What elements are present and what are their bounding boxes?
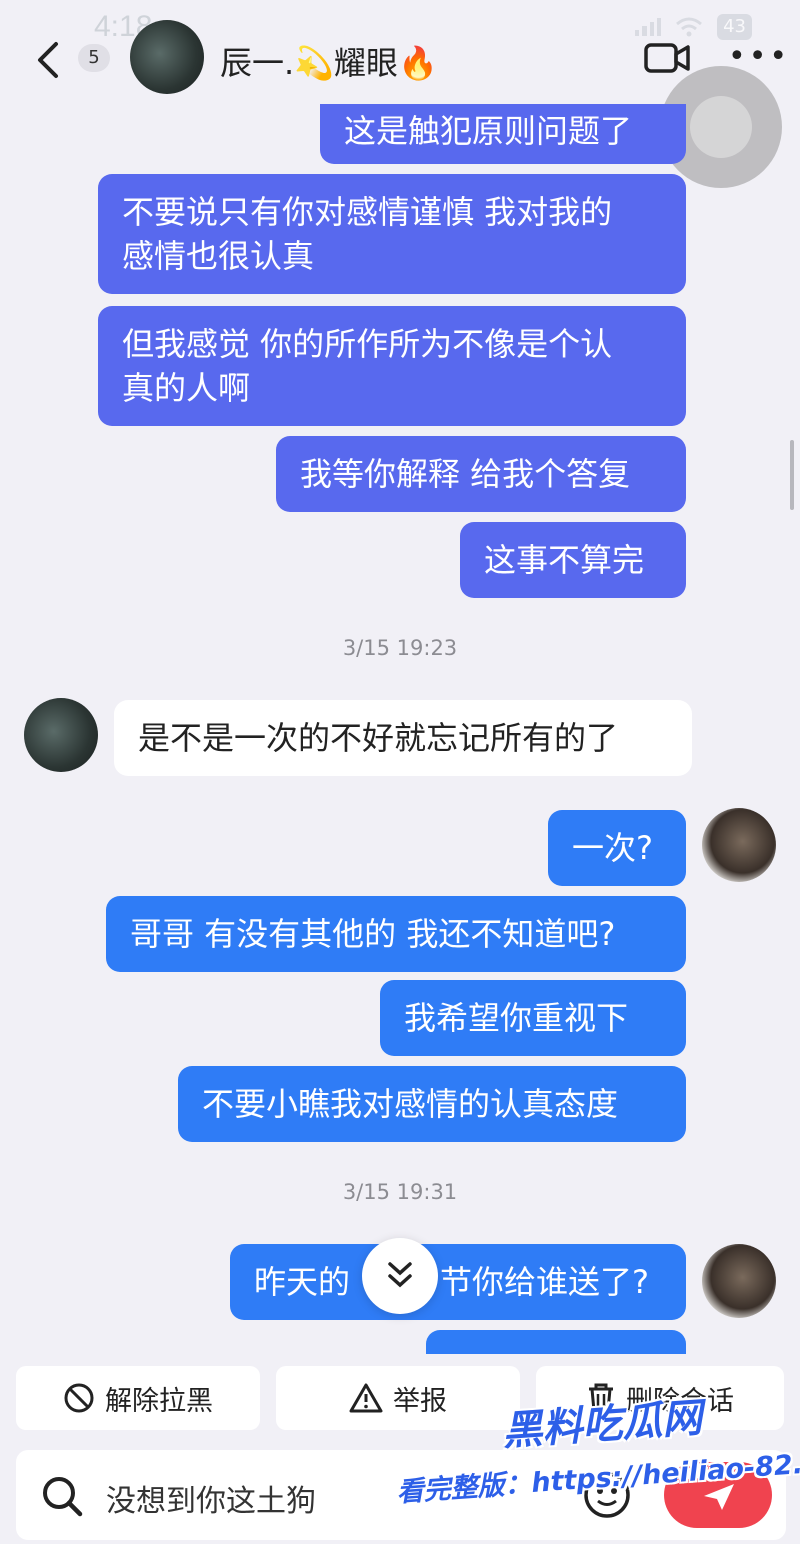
contact-name[interactable]: 辰一.💫耀眼🔥 xyxy=(220,38,438,84)
signal-icon xyxy=(635,18,662,36)
message-bubble-mine[interactable]: 我等你解释 给我个答复 xyxy=(276,436,686,512)
message-bubble-mine[interactable]: 我希望你重视下 xyxy=(380,980,686,1056)
message-text: 但我感觉 你的所作所为不像是个认 xyxy=(122,325,613,363)
warning-icon xyxy=(349,1383,383,1413)
message-text: 不要说只有你对感情谨慎 我对我的 xyxy=(122,193,613,231)
message-bubble-mine[interactable]: 不要小瞧我对感情的认真态度 xyxy=(178,1066,686,1142)
scroll-to-bottom-button[interactable] xyxy=(362,1238,438,1314)
my-avatar[interactable] xyxy=(702,1244,776,1318)
message-text: 我希望你重视下 xyxy=(404,999,629,1037)
double-chevron-down-icon xyxy=(388,1262,412,1288)
message-bubble-mine[interactable]: 不要说只有你对感情谨慎 我对我的 感情也很认真 xyxy=(98,174,686,294)
contact-avatar[interactable] xyxy=(24,698,98,772)
chevron-left-icon[interactable] xyxy=(30,38,66,82)
message-text: 哥哥 有没有其他的 我还不知道吧? xyxy=(130,915,616,953)
timestamp: 3/15 19:23 xyxy=(342,636,458,660)
message-bubble-theirs[interactable]: 是不是一次的不好就忘记所有的了 xyxy=(114,700,692,776)
report-button[interactable]: 举报 xyxy=(276,1366,520,1430)
message-bubble-mine[interactable]: 哥哥 有没有其他的 我还不知道吧? xyxy=(106,896,686,972)
wifi-icon xyxy=(676,17,703,37)
battery-icon: 43 xyxy=(717,14,752,40)
message-bubble-mine[interactable]: 昨天的 节你给谁送了? xyxy=(230,1244,686,1320)
unread-badge: 5 xyxy=(78,44,110,72)
my-avatar[interactable] xyxy=(702,808,776,882)
timestamp: 3/15 19:31 xyxy=(342,1180,458,1204)
message-bubble-mine[interactable]: 但我感觉 你的所作所为不像是个认 真的人啊 xyxy=(98,306,686,426)
video-camera-icon[interactable] xyxy=(644,42,690,74)
message-bubble-mine xyxy=(426,1330,686,1354)
block-icon xyxy=(64,1383,94,1413)
message-input[interactable]: 没想到你这土狗 xyxy=(106,1476,316,1520)
message-text: 一次? xyxy=(572,829,653,867)
message-text: 这事不算完 xyxy=(484,541,645,579)
report-label: 举报 xyxy=(393,1385,447,1417)
unblock-label: 解除拉黑 xyxy=(105,1385,213,1417)
message-text: 昨天的 xyxy=(254,1263,351,1301)
more-dots-icon[interactable]: ••• xyxy=(728,42,790,72)
message-text: 不要小瞧我对感情的认真态度 xyxy=(202,1085,619,1123)
contact-avatar[interactable] xyxy=(130,20,204,94)
message-text: 这是触犯原则问题了 xyxy=(344,112,633,150)
message-bubble-mine[interactable]: 一次? xyxy=(548,810,686,886)
message-text: 真的人啊 xyxy=(122,369,251,407)
search-icon[interactable] xyxy=(40,1474,84,1518)
message-text: 我等你解释 给我个答复 xyxy=(300,455,631,493)
message-text: 节你给谁送了? xyxy=(440,1263,649,1301)
watermark-brand: 黑料吃瓜网 xyxy=(500,1395,704,1455)
message-text: 感情也很认真 xyxy=(122,237,315,275)
scrollbar[interactable] xyxy=(790,440,794,510)
message-bubble-mine[interactable]: 这是触犯原则问题了 xyxy=(320,104,686,164)
unblock-button[interactable]: 解除拉黑 xyxy=(16,1366,260,1430)
message-bubble-mine[interactable]: 这事不算完 xyxy=(460,522,686,598)
message-text: 是不是一次的不好就忘记所有的了 xyxy=(138,719,619,757)
status-icons: 43 xyxy=(635,14,752,40)
